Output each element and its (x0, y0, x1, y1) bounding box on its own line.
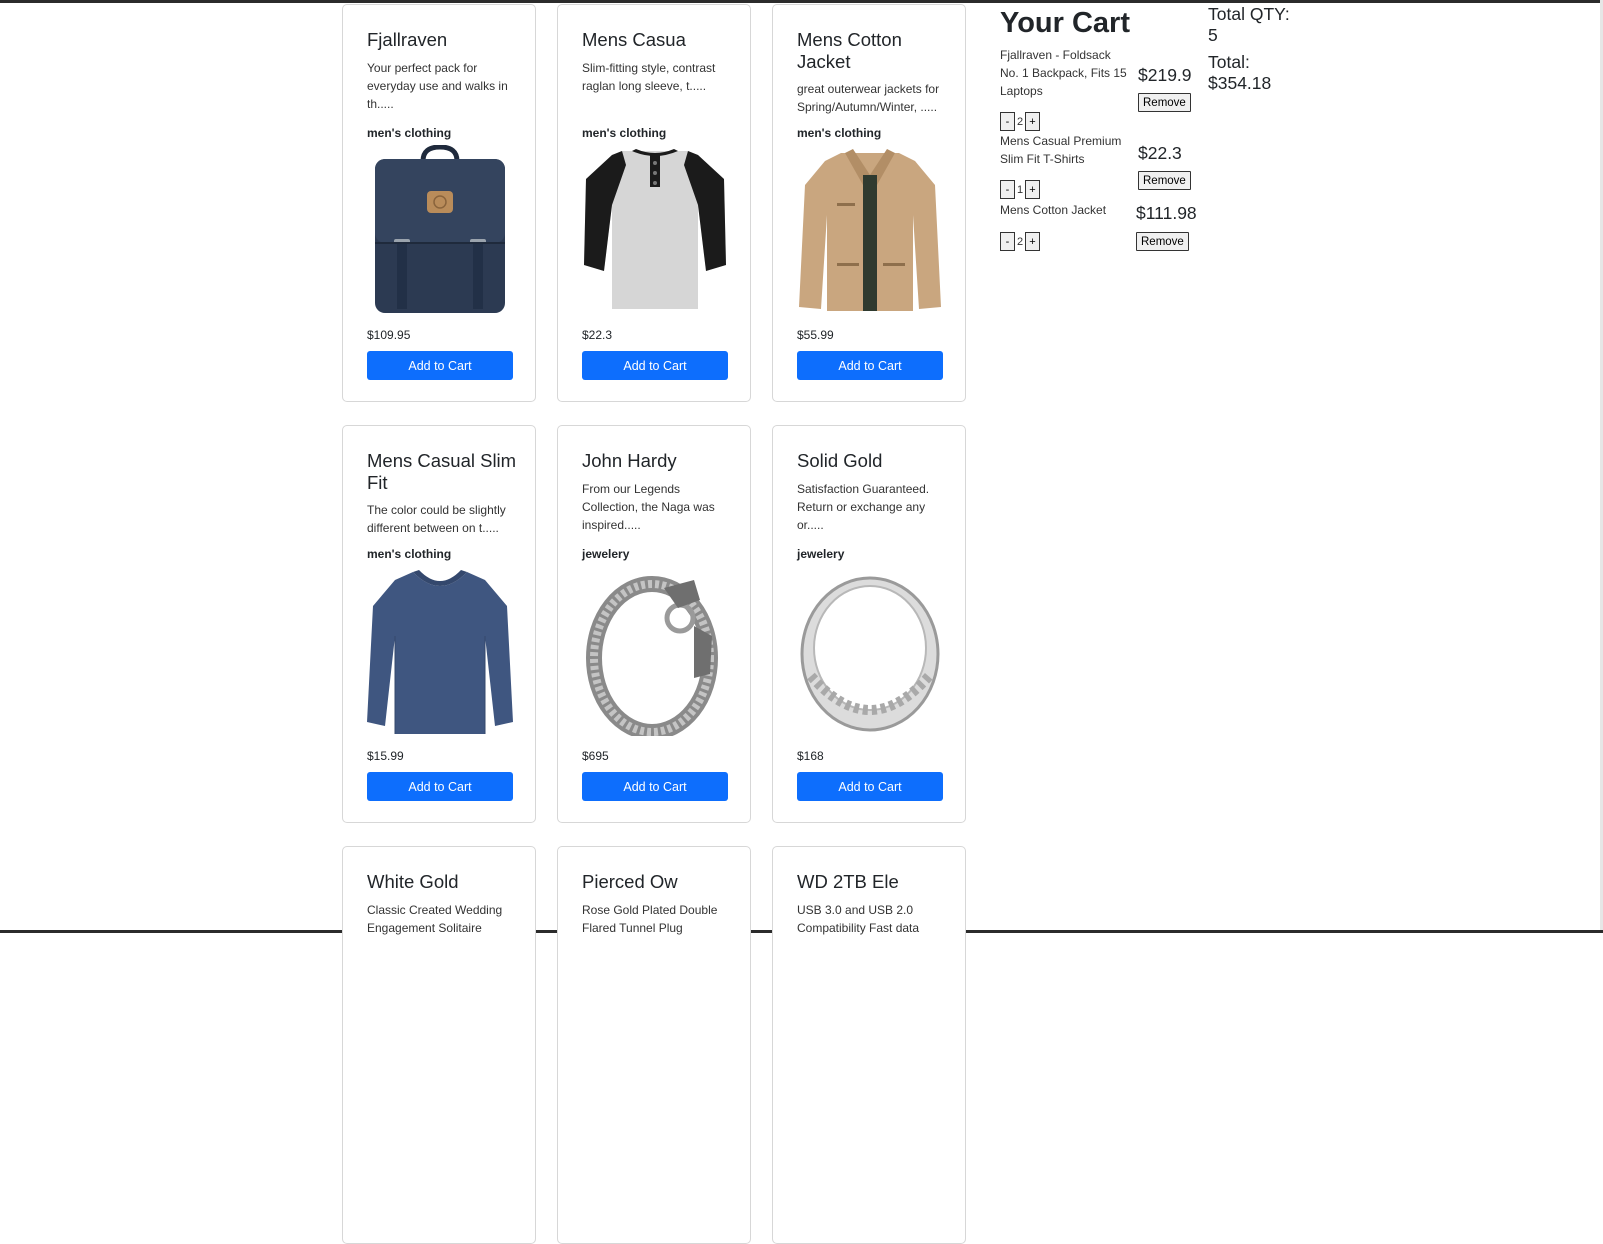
longsleeve-shirt-image (367, 570, 513, 734)
total-qty-label: Total QTY: (1208, 4, 1290, 24)
product-card: Solid Gold Satisfaction Guaranteed. Retu… (772, 425, 966, 823)
quantity-value: 2 (1016, 115, 1024, 128)
product-price: $22.3 (582, 328, 613, 342)
quantity-value: 2 (1016, 235, 1024, 248)
increment-button[interactable]: + (1025, 112, 1040, 131)
cart-title: Your Cart (1000, 7, 1130, 39)
product-description: Satisfaction Guaranteed. Return or excha… (797, 482, 930, 532)
decrement-button[interactable]: - (1000, 232, 1015, 251)
product-title: White Gold (367, 871, 459, 892)
cart-item-price: $22.3 (1138, 143, 1182, 163)
product-description: The color could be slightly different be… (367, 503, 506, 535)
product-description: great outerwear jackets for Spring/Autum… (797, 82, 940, 114)
product-card: Mens Cotton Jacket great outerwear jacke… (772, 4, 966, 402)
add-to-cart-button[interactable]: Add to Cart (582, 351, 728, 380)
product-description: USB 3.0 and USB 2.0 Compatibility Fast d… (797, 903, 920, 935)
product-title: Mens Cotton Jacket (797, 29, 902, 72)
product-title: Mens Casua (582, 29, 686, 50)
quantity-stepper: - 2 + (1000, 232, 1040, 251)
product-card: Pierced Ow Rose Gold Plated Double Flare… (557, 846, 751, 1244)
product-description: From our Legends Collection, the Naga wa… (582, 482, 715, 532)
decrement-button[interactable]: - (1000, 180, 1015, 199)
product-price: $168 (797, 749, 824, 763)
cart-item-name: Mens Cotton Jacket (1000, 203, 1107, 217)
product-card: Mens Casual Slim Fit The color could be … (342, 425, 536, 823)
product-category: men's clothing (582, 126, 667, 140)
window-top-edge (0, 0, 1603, 3)
product-title: Solid Gold (797, 450, 883, 471)
add-to-cart-button[interactable]: Add to Cart (367, 772, 513, 801)
raglan-tshirt-image (584, 149, 726, 309)
product-price: $695 (582, 749, 609, 763)
cart-item-price: $219.9 (1138, 65, 1192, 85)
total-qty-value: 5 (1208, 25, 1218, 45)
product-title: Fjallraven (367, 29, 448, 50)
product-card: John Hardy From our Legends Collection, … (557, 425, 751, 823)
product-price: $55.99 (797, 328, 834, 342)
add-to-cart-button[interactable]: Add to Cart (367, 351, 513, 380)
cart-totals: Total QTY: 5 Total: $354.18 (1208, 4, 1328, 94)
increment-button[interactable]: + (1025, 180, 1040, 199)
cart-item-name: Mens Casual Premium Slim Fit T-Shirts (1000, 134, 1122, 166)
total-value: $354.18 (1208, 73, 1272, 93)
decrement-button[interactable]: - (1000, 112, 1015, 131)
backpack-image (375, 145, 505, 313)
product-title: WD 2TB Ele (797, 871, 899, 892)
quantity-stepper: - 2 + (1000, 112, 1040, 131)
product-price: $15.99 (367, 749, 404, 763)
increment-button[interactable]: + (1025, 232, 1040, 251)
product-card: White Gold Classic Created Wedding Engag… (342, 846, 536, 1244)
product-description: Classic Created Wedding Engagement Solit… (367, 903, 503, 935)
add-to-cart-button[interactable]: Add to Cart (797, 772, 943, 801)
product-category: men's clothing (367, 126, 452, 140)
product-card: WD 2TB Ele USB 3.0 and USB 2.0 Compatibi… (772, 846, 966, 1244)
remove-button[interactable]: Remove (1136, 232, 1189, 251)
product-category: men's clothing (367, 547, 452, 561)
cart-panel: Your Cart Fjallraven - Foldsack No. 1 Ba… (1000, 4, 1200, 264)
product-title: John Hardy (582, 450, 677, 471)
product-category: jewelery (797, 547, 845, 561)
cotton-jacket-image (799, 149, 941, 311)
product-category: jewelery (582, 547, 630, 561)
product-card: Fjallraven Your perfect pack for everyda… (342, 4, 536, 402)
cart-item-name: Fjallraven - Foldsack No. 1 Backpack, Fi… (1000, 48, 1127, 98)
quantity-value: 1 (1016, 183, 1024, 196)
product-title: Mens Casual Slim Fit (367, 450, 517, 493)
dragon-bracelet-image (586, 576, 718, 736)
add-to-cart-button[interactable]: Add to Cart (797, 351, 943, 380)
product-title: Pierced Ow (582, 871, 678, 892)
product-category: men's clothing (797, 126, 882, 140)
product-description: Slim-fitting style, contrast raglan long… (582, 61, 716, 93)
cart-item-price: $111.98 (1136, 203, 1197, 223)
total-label: Total: (1208, 52, 1250, 72)
quantity-stepper: - 1 + (1000, 180, 1040, 199)
product-price: $109.95 (367, 328, 411, 342)
remove-button[interactable]: Remove (1138, 93, 1191, 112)
product-description: Your perfect pack for everyday use and w… (367, 61, 508, 111)
product-card: Mens Casua Slim-fitting style, contrast … (557, 4, 751, 402)
add-to-cart-button[interactable]: Add to Cart (582, 772, 728, 801)
silver-ring-image (800, 576, 940, 732)
product-description: Rose Gold Plated Double Flared Tunnel Pl… (582, 903, 718, 935)
remove-button[interactable]: Remove (1138, 171, 1191, 190)
